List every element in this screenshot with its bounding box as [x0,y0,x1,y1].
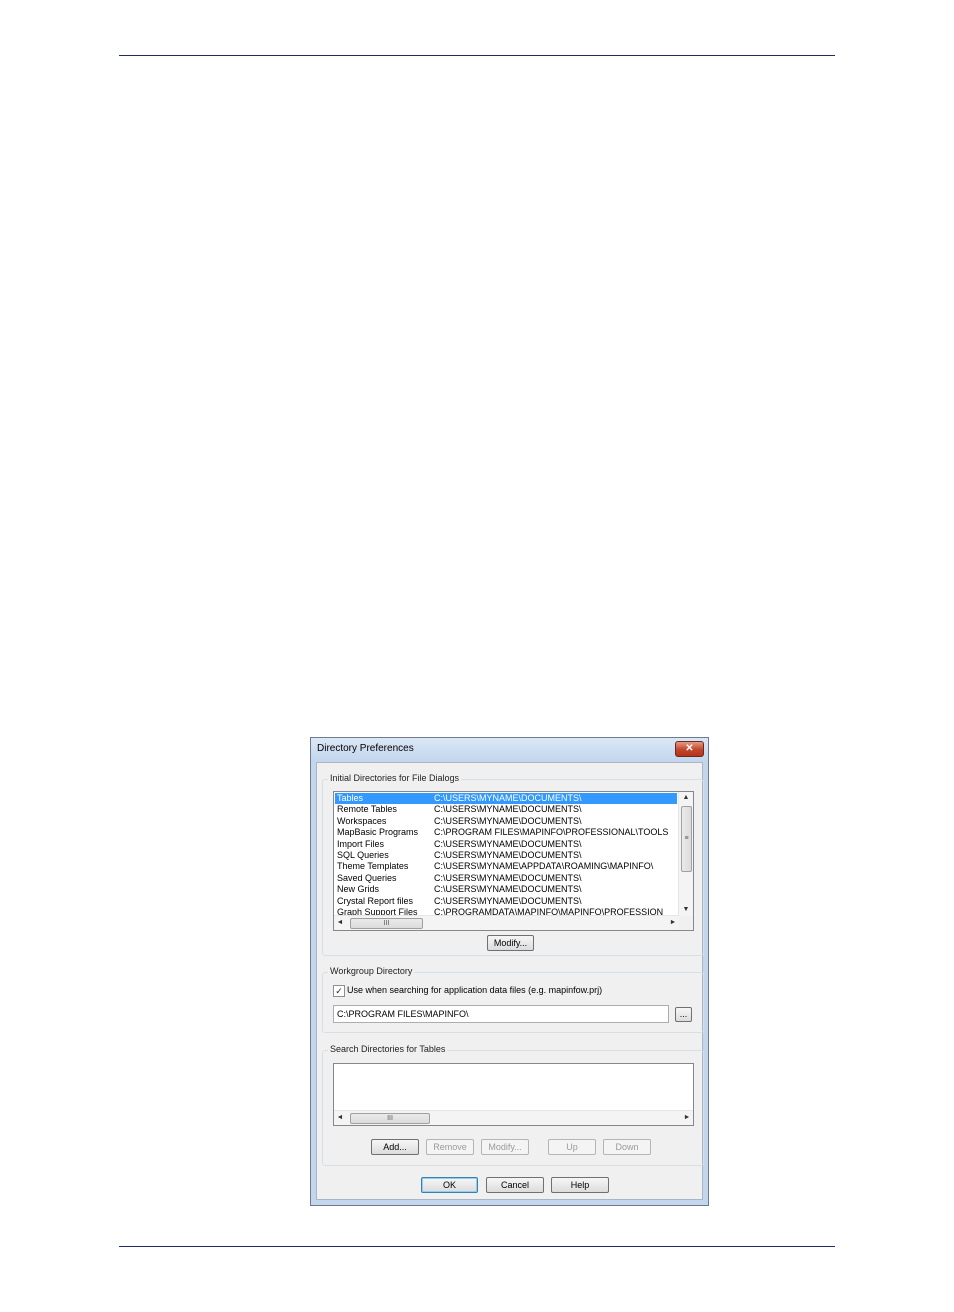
directory-type-label: Theme Templates [337,861,409,872]
directory-type-label: Crystal Report files [337,895,414,906]
directory-path: C:\USERS\MYNAME\APPDATA\ROAMING\MAPINFO\ [434,861,654,872]
directory-row[interactable]: SQL Queries C:\USERS\MYNAME\DOCUMENTS\ [335,850,677,861]
move-down-button[interactable]: Down [603,1139,651,1155]
directory-path: C:\USERS\MYNAME\DOCUMENTS\ [434,838,582,849]
directory-type-label: Workspaces [337,815,387,826]
workgroup-directory-label: Workgroup Directory [328,966,415,976]
directory-path: C:\USERS\MYNAME\DOCUMENTS\ [434,815,582,826]
search-directories-label: Search Directories for Tables [328,1044,448,1054]
directory-type-label: MapBasic Programs [337,827,419,838]
cancel-button[interactable]: Cancel [486,1177,544,1193]
horizontal-scroll-thumb[interactable]: III [350,918,423,929]
move-up-button[interactable]: Up [548,1139,596,1155]
search-directories-list[interactable]: ◄ III ► [333,1063,694,1126]
dialog-client-area: Initial Directories for File Dialogs Tab… [316,762,704,1200]
browse-button[interactable]: ... [675,1007,692,1022]
directory-path: C:\USERS\MYNAME\DOCUMENTS\ [434,804,582,815]
horizontal-scrollbar[interactable]: ◄ III ► [334,915,679,930]
vertical-scrollbar[interactable]: ▲ ≡ ▼ [678,792,693,916]
close-button[interactable]: ✕ [675,741,704,757]
workgroup-path-field[interactable]: C:\PROGRAM FILES\MAPINFO\ [333,1005,669,1023]
directory-type-label: New Grids [337,884,380,895]
directory-row[interactable]: Theme Templates C:\USERS\MYNAME\APPDATA\R… [335,861,677,872]
directory-path: C:\USERS\MYNAME\DOCUMENTS\ [434,895,582,906]
use-workgroup-checkbox[interactable]: ✓ [333,985,345,997]
directory-row[interactable]: Tables C:\USERS\MYNAME\DOCUMENTS\ [335,793,677,805]
directory-type-label: Import Files [337,838,385,849]
scroll-left-icon[interactable]: ◄ [334,1111,346,1125]
directory-path: C:\USERS\MYNAME\DOCUMENTS\ [434,884,582,895]
search-directories-group: Search Directories for Tables ◄ III ► Ad… [322,1044,704,1166]
scroll-right-icon[interactable]: ► [681,1111,693,1125]
initial-directories-list[interactable]: Tables C:\USERS\MYNAME\DOCUMENTS\ Remote T… [333,791,694,931]
scroll-up-icon[interactable]: ▲ [679,792,693,804]
modify-search-directory-button[interactable]: Modify... [481,1139,529,1155]
directory-path: C:\PROGRAM FILES\MAPINFO\PROFESSIONAL\TO… [434,827,669,838]
use-workgroup-checkbox-label[interactable]: Use when searching for application data … [347,985,602,995]
initial-directories-group: Initial Directories for File Dialogs Tab… [322,773,704,956]
ok-button[interactable]: OK [421,1177,478,1193]
scroll-right-icon[interactable]: ► [667,916,679,930]
directory-preferences-dialog: Directory Preferences ✕ Initial Director… [310,737,709,1206]
help-button[interactable]: Help [551,1177,609,1193]
modify-directory-button[interactable]: Modify... [487,935,534,951]
scrollbar-corner [679,916,693,930]
search-horizontal-scroll-thumb[interactable]: III [350,1113,430,1124]
remove-directory-button[interactable]: Remove [426,1139,474,1155]
directory-row[interactable]: MapBasic Programs C:\PROGRAM FILES\MAPINF… [335,827,677,838]
directory-path: C:\USERS\MYNAME\DOCUMENTS\ [434,849,582,860]
add-directory-button[interactable]: Add... [371,1139,419,1155]
dialog-title: Directory Preferences [317,743,414,754]
directory-row[interactable]: Remote Tables C:\USERS\MYNAME\DOCUMENTS\ [335,804,677,815]
page-footer-rule [119,1246,835,1247]
workgroup-directory-group: Workgroup Directory ✓ Use when searching… [322,966,704,1033]
directory-type-label: Tables [337,793,364,803]
vertical-scroll-thumb[interactable]: ≡ [681,806,692,872]
directory-path: C:\USERS\MYNAME\DOCUMENTS\ [434,872,582,883]
directory-rows: Tables C:\USERS\MYNAME\DOCUMENTS\ Remote T… [335,793,677,918]
directory-row[interactable]: Workspaces C:\USERS\MYNAME\DOCUMENTS\ [335,816,677,827]
search-horizontal-scrollbar[interactable]: ◄ III ► [334,1110,693,1125]
page-header-rule [119,55,835,56]
directory-path: C:\USERS\MYNAME\DOCUMENTS\ [434,793,582,803]
initial-directories-label: Initial Directories for File Dialogs [328,773,462,783]
directory-row[interactable]: Crystal Report files C:\USERS\MYNAME\DOCU… [335,896,677,907]
directory-type-label: SQL Queries [337,849,389,860]
title-bar[interactable]: Directory Preferences ✕ [311,738,708,760]
scroll-left-icon[interactable]: ◄ [334,916,346,930]
directory-row[interactable]: Saved Queries C:\USERS\MYNAME\DOCUMENTS\ [335,873,677,884]
directory-row[interactable]: New Grids C:\USERS\MYNAME\DOCUMENTS\ [335,884,677,895]
scroll-down-icon[interactable]: ▼ [679,904,693,916]
directory-row[interactable]: Import Files C:\USERS\MYNAME\DOCUMENTS\ [335,839,677,850]
directory-type-label: Saved Queries [337,872,397,883]
directory-type-label: Remote Tables [337,804,397,815]
